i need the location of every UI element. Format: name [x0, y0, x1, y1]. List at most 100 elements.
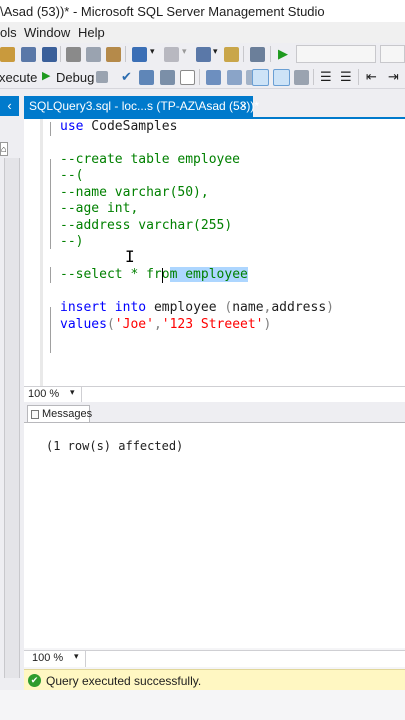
- keyword-insert: insert: [60, 300, 107, 315]
- toolbox-icon[interactable]: [224, 47, 239, 62]
- uncomment-lines-icon[interactable]: ☰: [340, 69, 352, 85]
- results-to-text-icon[interactable]: [252, 69, 269, 86]
- editor-zoom-combo[interactable]: 100 % ▾: [24, 387, 82, 403]
- cut-icon[interactable]: [66, 47, 81, 62]
- estimated-plan-icon[interactable]: [139, 70, 154, 85]
- tab-close-icon[interactable]: ×: [239, 98, 247, 113]
- code-line-1: use CodeSamples: [60, 119, 177, 135]
- string-address: '123 Streeet': [161, 317, 264, 332]
- comment-select-part: --select * fro: [60, 267, 170, 282]
- code-line-8: --): [60, 234, 84, 249]
- object-explorer-scrollbar[interactable]: [4, 158, 20, 678]
- start-icon[interactable]: ▶: [278, 46, 288, 62]
- column-address: address: [271, 300, 327, 315]
- results-zoom-value: 100 %: [32, 652, 64, 664]
- code-line-12: insert into employee (name,address): [60, 300, 334, 315]
- menu-bar: ols Window Help: [0, 22, 405, 43]
- copy-icon[interactable]: [86, 47, 101, 62]
- menu-item-help[interactable]: Help: [78, 25, 105, 40]
- undo-dropdown-icon[interactable]: ▾: [150, 46, 155, 57]
- toolbar-separator: [199, 69, 200, 85]
- debug-play-icon[interactable]: ▶: [42, 69, 50, 82]
- code-line-10: --select * from employee: [60, 267, 248, 283]
- query-editor[interactable]: use CodeSamples --create table employee …: [24, 119, 405, 386]
- object-explorer-box-icon[interactable]: ⌂: [0, 142, 8, 156]
- toolbar-separator: [358, 69, 359, 85]
- collapse-panel-icon[interactable]: ‹: [0, 96, 19, 116]
- paste-icon[interactable]: [106, 47, 121, 62]
- outline-line: [50, 267, 51, 283]
- redo-icon[interactable]: [164, 47, 179, 62]
- toolbar-separator: [243, 46, 244, 62]
- results-zoom-bar: 100 % ▾: [24, 650, 405, 667]
- outline-line: [50, 122, 51, 136]
- toolbar-separator: [60, 46, 61, 62]
- menu-item-window[interactable]: Window: [24, 25, 70, 40]
- image-icon[interactable]: [250, 47, 265, 62]
- editor-zoom-bar: 100 % ▾: [24, 386, 405, 403]
- mouse-ibeam-cursor: I: [125, 247, 135, 266]
- status-text: Query executed successfully.: [46, 674, 202, 688]
- window-title-bar: \Asad (53))* - Microsoft SQL Server Mana…: [0, 0, 405, 22]
- navigate-dropdown-icon[interactable]: ▾: [213, 46, 218, 57]
- editor-zoom-value: 100 %: [28, 388, 60, 400]
- keyword-values: values: [60, 317, 107, 332]
- execute-button[interactable]: xecute: [0, 70, 37, 85]
- decrease-indent-icon[interactable]: ⇤: [366, 69, 377, 85]
- text-caret: [162, 268, 163, 283]
- tab-messages[interactable]: Messages: [27, 405, 93, 423]
- parse-check-icon[interactable]: ✔: [121, 69, 132, 85]
- code-line-13: values('Joe','123 Streeet'): [60, 317, 272, 332]
- query-designer-icon[interactable]: [160, 70, 175, 85]
- solution-config-combo[interactable]: [296, 45, 376, 63]
- selected-text: m employee: [169, 267, 248, 282]
- messages-pane[interactable]: (1 row(s) affected): [24, 422, 405, 648]
- chevron-down-icon[interactable]: ▾: [70, 387, 75, 398]
- navigate-icon[interactable]: [196, 47, 211, 62]
- open-file-icon[interactable]: [0, 47, 15, 62]
- messages-tab-label: Messages: [42, 408, 93, 420]
- include-plan-icon[interactable]: [206, 70, 221, 85]
- code-line-3: --create table employee: [60, 152, 241, 167]
- redo-dropdown-icon[interactable]: ▾: [182, 46, 187, 57]
- outline-line: [50, 159, 51, 249]
- query-status-bar: ✔ Query executed successfully.: [24, 669, 405, 690]
- window-bottom-strip: [0, 690, 405, 720]
- toolbar-separator: [313, 69, 314, 85]
- save-icon[interactable]: [21, 47, 36, 62]
- platform-combo[interactable]: [380, 45, 405, 63]
- results-to-grid-icon[interactable]: [273, 69, 290, 86]
- code-line-6: --age int,: [60, 201, 139, 216]
- tab-sqlquery3[interactable]: SQLQuery3.sql - loc...s (TP-AZ\Asad (53)…: [24, 96, 259, 117]
- result-message: (1 row(s) affected): [46, 439, 184, 453]
- cancel-query-icon[interactable]: [96, 71, 108, 83]
- toolbar-separator: [125, 46, 126, 62]
- results-zoom-combo[interactable]: 100 % ▾: [28, 651, 86, 667]
- undo-icon[interactable]: [132, 47, 147, 62]
- code-line-7: --address varchar(255): [60, 218, 233, 233]
- sql-editor-toolbar: xecute ▶ Debug ✔ ☰ ☰ ⇤ ⇥: [0, 65, 405, 89]
- save-all-icon[interactable]: [42, 47, 57, 62]
- keyword-into: into: [114, 300, 147, 315]
- column-name: name: [232, 300, 264, 315]
- standard-toolbar: ▾ ▾ ▾ ▶: [0, 43, 405, 65]
- results-options-icon[interactable]: [180, 70, 195, 85]
- code-line-5: --name varchar(50),: [60, 185, 209, 200]
- chevron-down-icon[interactable]: ▾: [74, 651, 79, 662]
- toolbar-separator: [270, 46, 271, 62]
- results-to-file-icon[interactable]: [294, 70, 309, 85]
- object-explorer-panel: ⌂: [0, 118, 24, 700]
- outline-line: [50, 307, 51, 353]
- increase-indent-icon[interactable]: ⇥: [388, 69, 399, 85]
- menu-item-tools[interactable]: ols: [0, 25, 17, 40]
- code-line-4: --(: [60, 168, 84, 183]
- debug-button[interactable]: Debug: [56, 70, 94, 85]
- editor-margin: [40, 119, 43, 386]
- string-joe: 'Joe': [114, 317, 154, 332]
- database-name: CodeSamples: [83, 119, 178, 134]
- keyword-use: use: [60, 119, 84, 134]
- tab-label: SQLQuery3.sql - loc...s (TP-AZ\Asad (53)…: [29, 99, 260, 113]
- success-check-icon: ✔: [28, 674, 41, 687]
- comment-lines-icon[interactable]: ☰: [320, 69, 332, 85]
- live-stats-icon[interactable]: [227, 70, 242, 85]
